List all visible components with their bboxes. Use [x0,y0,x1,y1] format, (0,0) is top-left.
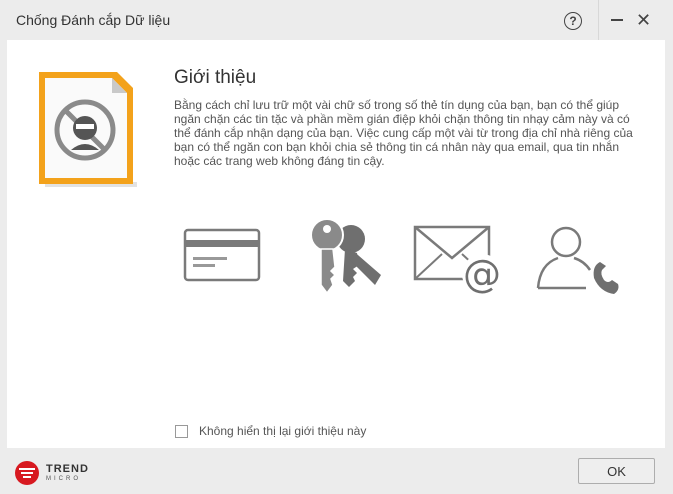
dont-show-again-checkbox[interactable] [175,424,188,438]
data-theft-prevention-window: Chống Đánh cắp Dữ liệu ? ✕ Giới thiệu Bằ… [0,0,673,494]
title-bar-divider [598,0,599,40]
footer-bar: TREND MICRO OK [0,448,673,494]
help-icon[interactable]: ? [564,12,582,30]
minimize-button[interactable] [611,19,623,21]
brand-name-top: TREND [46,462,89,475]
close-button[interactable]: ✕ [636,9,651,31]
contact-phone-icon [536,226,619,294]
intro-description: Bằng cách chỉ lưu trữ một vài chữ số tro… [174,98,633,168]
trend-micro-logo-icon [15,461,39,485]
keys-icon [310,218,381,295]
trend-micro-logo: TREND MICRO [14,460,89,486]
page-title: Giới thiệu [174,67,257,88]
brand-name-bottom: MICRO [46,475,81,482]
dont-show-again-checkbox-row[interactable]: Không hiển thị lại giới thiệu này [175,424,366,438]
data-theft-document-icon [39,72,137,187]
credit-card-icon [183,228,261,282]
dont-show-again-label[interactable]: Không hiển thị lại giới thiệu này [199,424,366,438]
intro-panel: Giới thiệu Bằng cách chỉ lưu trữ một vài… [7,40,665,448]
title-bar: Chống Đánh cắp Dữ liệu ? ✕ [0,0,673,40]
email-at-icon: @ [413,225,502,296]
svg-text:@: @ [463,252,501,296]
window-title: Chống Đánh cắp Dữ liệu [16,12,171,28]
ok-button[interactable]: OK [578,458,655,484]
